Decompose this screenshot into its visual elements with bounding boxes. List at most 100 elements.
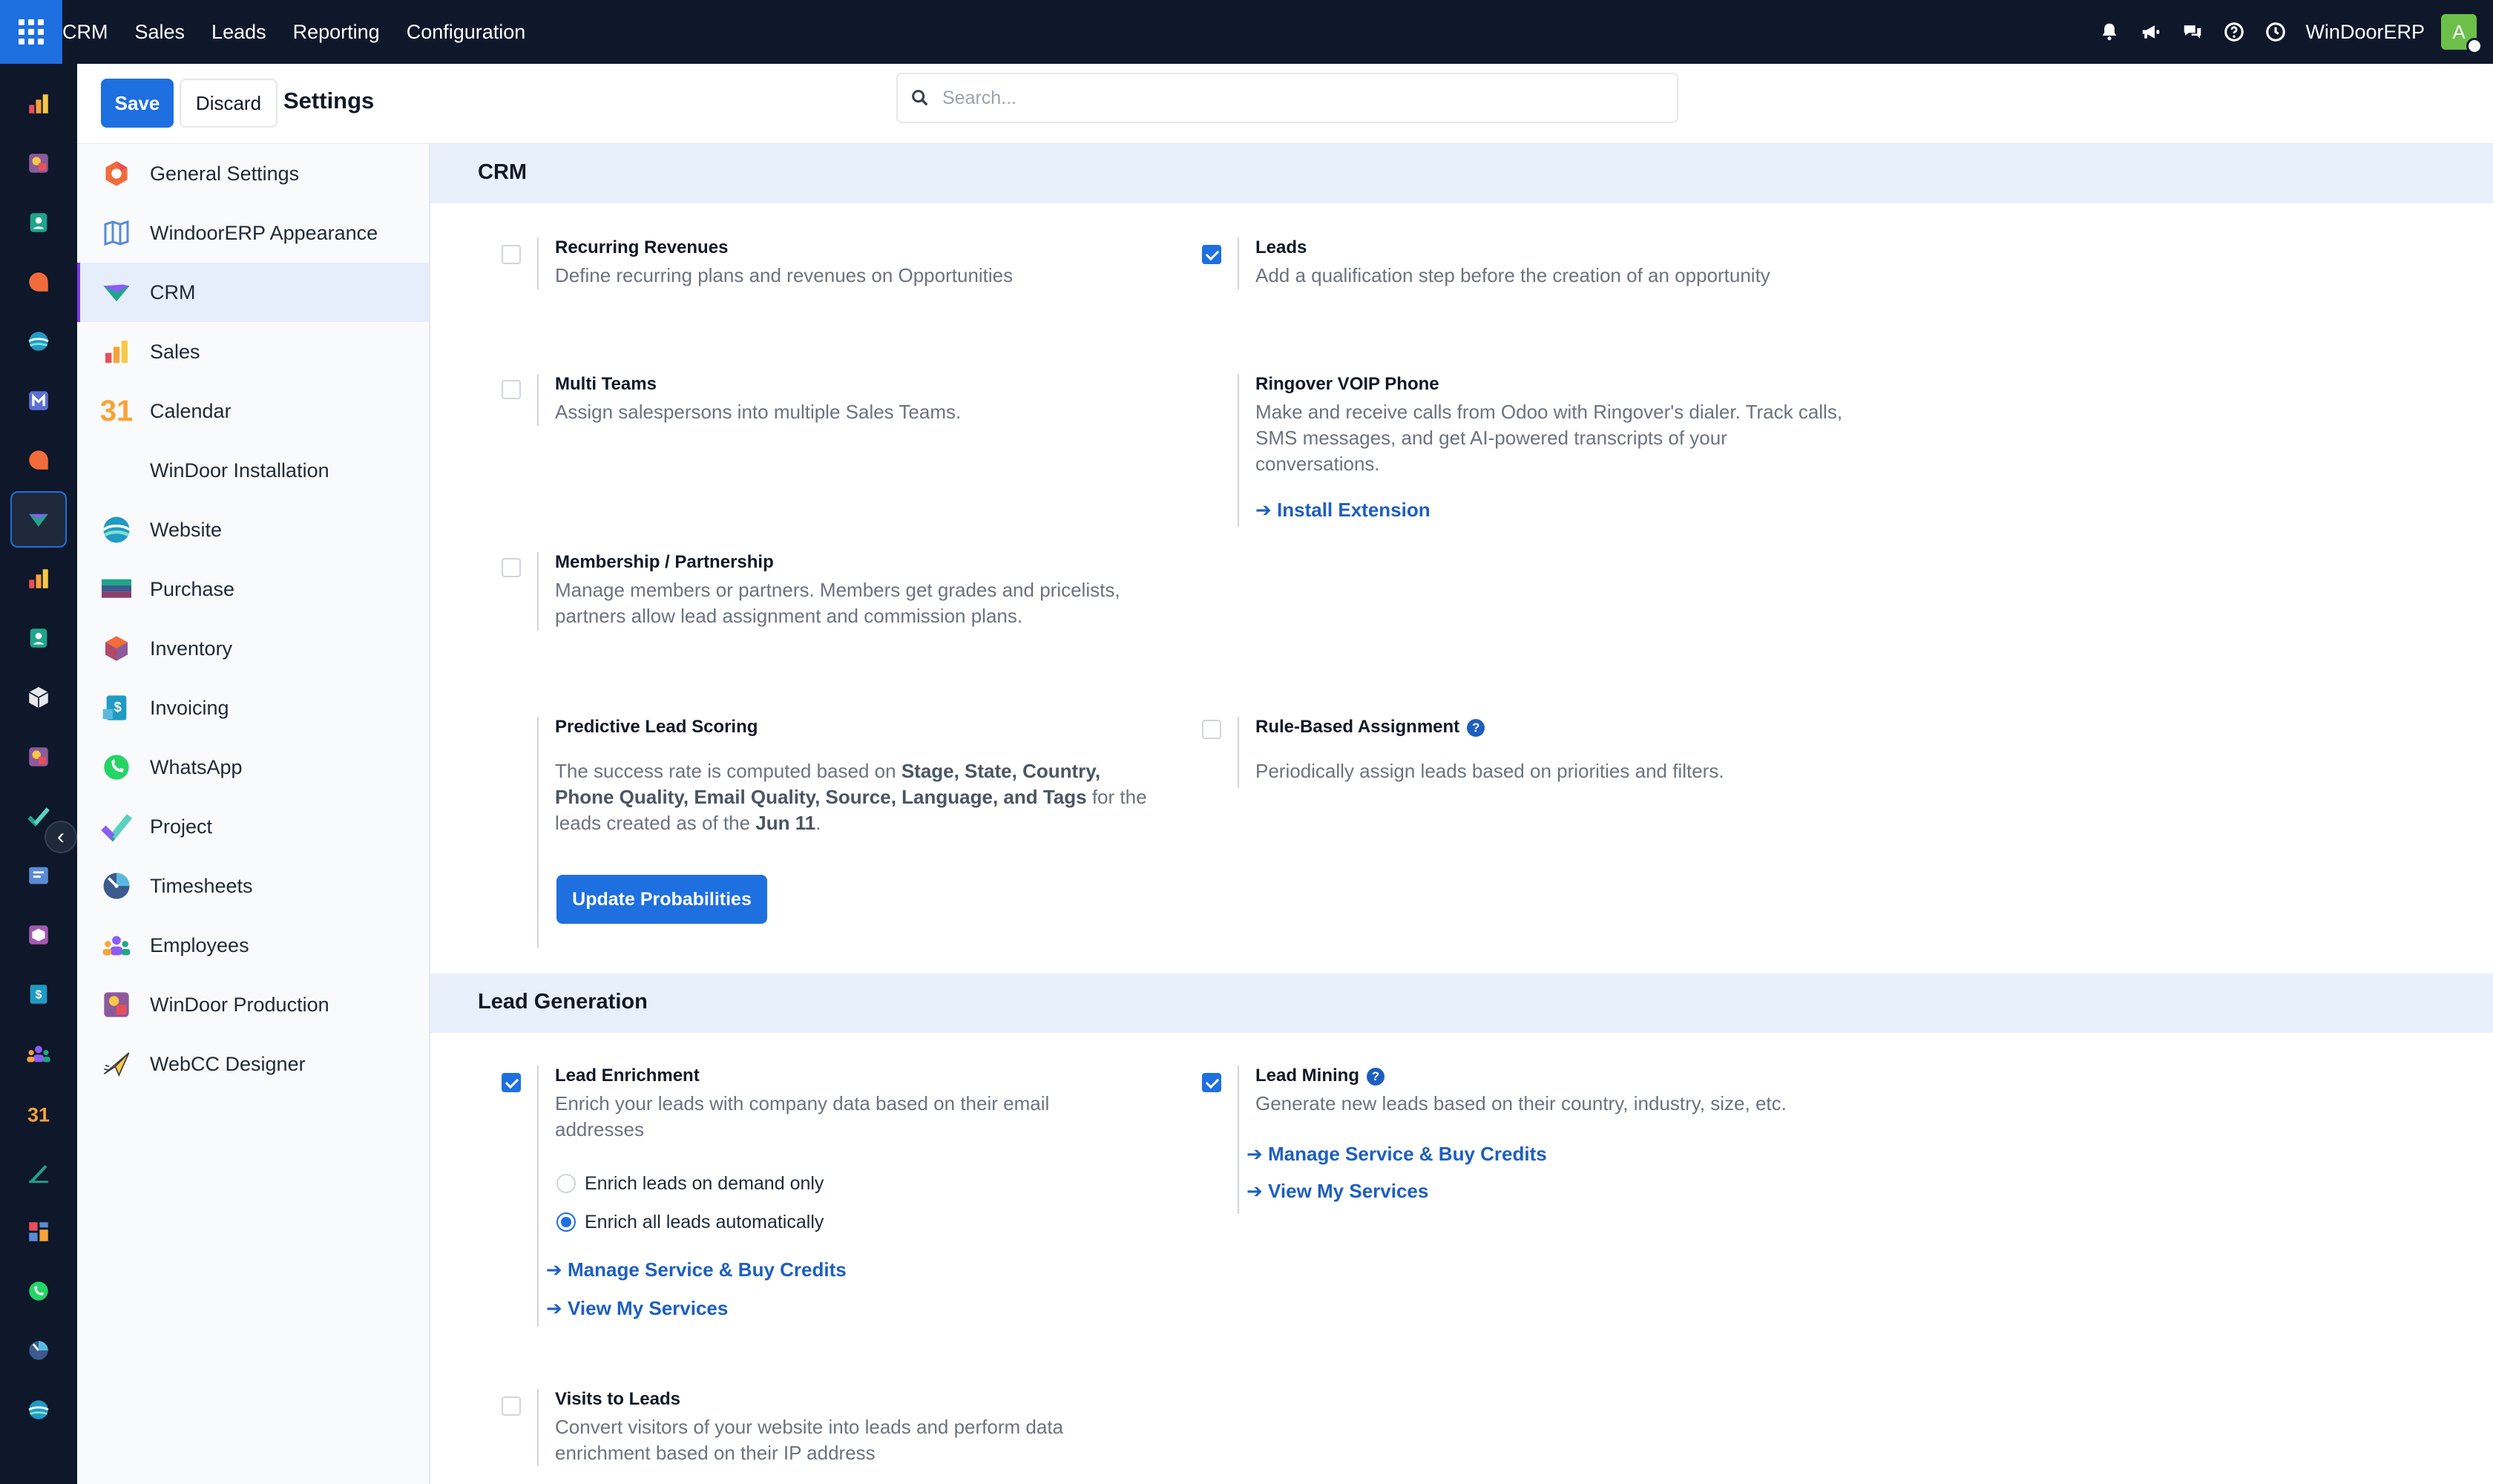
app-rail: $ 31 ‹	[0, 64, 77, 1484]
sidebar-item-label: CRM	[150, 280, 196, 303]
setting-title: Rule-Based Assignment?	[1255, 717, 1485, 738]
rail-calendar-icon[interactable]: 31	[10, 1085, 67, 1141]
rail-inventory-icon[interactable]	[10, 907, 67, 963]
megaphone-icon[interactable]	[2139, 20, 2163, 44]
sidebar-item-webcc-designer[interactable]: WebCC Designer	[77, 1034, 429, 1094]
rail-discuss-icon[interactable]	[10, 254, 67, 310]
view-services-link[interactable]: ➔ View My Services	[546, 1297, 728, 1320]
rail-production2-icon[interactable]	[10, 729, 67, 785]
setting-description: Add a qualification step before the crea…	[1255, 264, 1770, 286]
sidebar-item-label: General Settings	[150, 162, 300, 185]
rail-cube-icon[interactable]	[10, 669, 67, 726]
rail-invoicing-icon[interactable]: $	[10, 966, 67, 1022]
rail-knowledge-icon[interactable]	[10, 847, 67, 904]
sidebar-item-project[interactable]: Project	[77, 797, 429, 856]
lead-mining-checkbox[interactable]	[1202, 1073, 1221, 1092]
sidebar-item-appearance[interactable]: WindoorERP Appearance	[77, 203, 429, 263]
section-title: Lead Generation	[478, 990, 648, 1014]
install-extension-link[interactable]: ➔ Install Extension	[1255, 499, 1431, 522]
rail-crm-icon[interactable]	[10, 491, 67, 548]
mining-manage-service-link[interactable]: ➔ Manage Service & Buy Credits	[1246, 1143, 1547, 1166]
company-switcher[interactable]: WinDoorERP	[2305, 21, 2425, 44]
help-tooltip-icon[interactable]: ?	[1467, 719, 1485, 737]
help-icon[interactable]	[2222, 20, 2246, 44]
sidebar-item-label: WebCC Designer	[150, 1052, 306, 1075]
setting-divider	[1238, 717, 1239, 788]
leads-checkbox[interactable]	[1202, 245, 1221, 264]
rail-sales2-icon[interactable]	[10, 551, 67, 607]
rule-based-assignment-checkbox[interactable]	[1202, 720, 1221, 739]
sidebar-item-purchase[interactable]: Purchase	[77, 559, 429, 619]
clock-icon[interactable]	[2264, 20, 2287, 44]
search-input[interactable]	[942, 87, 1655, 109]
setting-membership: Membership / Partnership Manage members …	[537, 552, 1146, 631]
sidebar-item-invoicing[interactable]: $ Invoicing	[77, 678, 429, 738]
menu-configuration[interactable]: Configuration	[407, 21, 526, 44]
rail-sign-icon[interactable]	[10, 1144, 67, 1201]
rail-dashboard-icon[interactable]	[10, 1204, 67, 1260]
enrich-on-demand-radio[interactable]	[556, 1174, 576, 1193]
sidebar-item-label: Sales	[150, 340, 200, 363]
setting-divider	[537, 374, 539, 426]
setting-description: Periodically assign leads based on prior…	[1255, 760, 1724, 782]
update-probabilities-button[interactable]: Update Probabilities	[556, 875, 767, 924]
rail-contacts-icon[interactable]	[10, 194, 67, 251]
presence-dot	[2466, 38, 2483, 54]
sidebar-item-calendar[interactable]: 31 Calendar	[77, 381, 429, 441]
lead-enrichment-checkbox[interactable]	[502, 1073, 521, 1092]
sidebar-item-general-settings[interactable]: General Settings	[77, 144, 429, 203]
multi-teams-checkbox[interactable]	[502, 380, 521, 399]
sidebar-item-crm[interactable]: CRM	[77, 263, 429, 322]
rail-website2-icon[interactable]	[10, 1382, 67, 1438]
sidebar-item-windoor-production[interactable]: WinDoor Production	[77, 975, 429, 1034]
sidebar-item-inventory[interactable]: Inventory	[77, 619, 429, 678]
appearance-icon	[99, 216, 134, 250]
rail-collapse-chevron-icon[interactable]: ‹	[45, 821, 77, 853]
manage-service-link[interactable]: ➔ Manage Service & Buy Credits	[546, 1258, 847, 1281]
enrich-automatically-radio[interactable]	[556, 1212, 576, 1232]
scoring-desc-part-1: The success rate is computed based on	[555, 760, 901, 782]
sidebar-item-timesheets[interactable]: Timesheets	[77, 856, 429, 916]
top-right-systray: WinDoorERP A	[2098, 0, 2493, 64]
rail-email-icon[interactable]	[10, 372, 67, 429]
sidebar-item-website[interactable]: Website	[77, 500, 429, 559]
membership-checkbox[interactable]	[502, 558, 521, 577]
rail-production-icon[interactable]	[10, 135, 67, 191]
menu-sales[interactable]: Sales	[135, 21, 185, 44]
radio-label: Enrich all leads automatically	[585, 1212, 824, 1232]
setting-visits-to-leads: Visits to Leads Convert visitors of your…	[537, 1389, 1146, 1466]
rail-employees-icon[interactable]	[10, 1025, 67, 1082]
menu-leads[interactable]: Leads	[211, 21, 266, 44]
sidebar-item-windoor-installation[interactable]: WinDoor Installation	[77, 441, 429, 500]
setting-title: Membership / Partnership	[555, 552, 774, 572]
mining-view-services-link[interactable]: ➔ View My Services	[1246, 1180, 1428, 1203]
sidebar-item-whatsapp[interactable]: WhatsApp	[77, 738, 429, 797]
sidebar-item-sales[interactable]: Sales	[77, 322, 429, 381]
rail-sales-icon[interactable]	[10, 76, 67, 132]
bell-icon[interactable]	[2098, 20, 2121, 44]
rail-contacts2-icon[interactable]	[10, 610, 67, 666]
save-button[interactable]: Save	[101, 79, 174, 128]
setting-title: Lead Mining?	[1255, 1066, 1385, 1086]
rail-timesheets-icon[interactable]	[10, 1322, 67, 1379]
help-tooltip-icon[interactable]: ?	[1367, 1068, 1385, 1086]
control-panel: Save Discard Settings	[77, 64, 2493, 144]
setting-multi-teams: Multi Teams Assign salespersons into mul…	[537, 374, 1146, 426]
menu-reporting[interactable]: Reporting	[293, 21, 380, 44]
sidebar-item-label: Purchase	[150, 577, 235, 600]
rail-website-icon[interactable]	[10, 313, 67, 370]
apps-menu-button[interactable]	[0, 0, 62, 64]
chat-icon[interactable]	[2181, 20, 2204, 44]
menu-crm[interactable]: CRM	[62, 21, 108, 44]
setting-divider	[537, 552, 539, 631]
rail-livechat-icon[interactable]	[10, 432, 67, 488]
discard-button[interactable]: Discard	[180, 79, 277, 128]
visits-to-leads-checkbox[interactable]	[502, 1396, 521, 1416]
calendar-icon: 31	[99, 394, 134, 427]
user-avatar[interactable]: A	[2441, 14, 2483, 54]
search-icon[interactable]	[898, 88, 942, 108]
recurring-revenues-checkbox[interactable]	[502, 245, 521, 264]
rail-whatsapp-icon[interactable]	[10, 1263, 67, 1319]
sidebar-item-employees[interactable]: Employees	[77, 916, 429, 975]
setting-recurring-revenues: Recurring Revenues Define recurring plan…	[537, 237, 1146, 289]
